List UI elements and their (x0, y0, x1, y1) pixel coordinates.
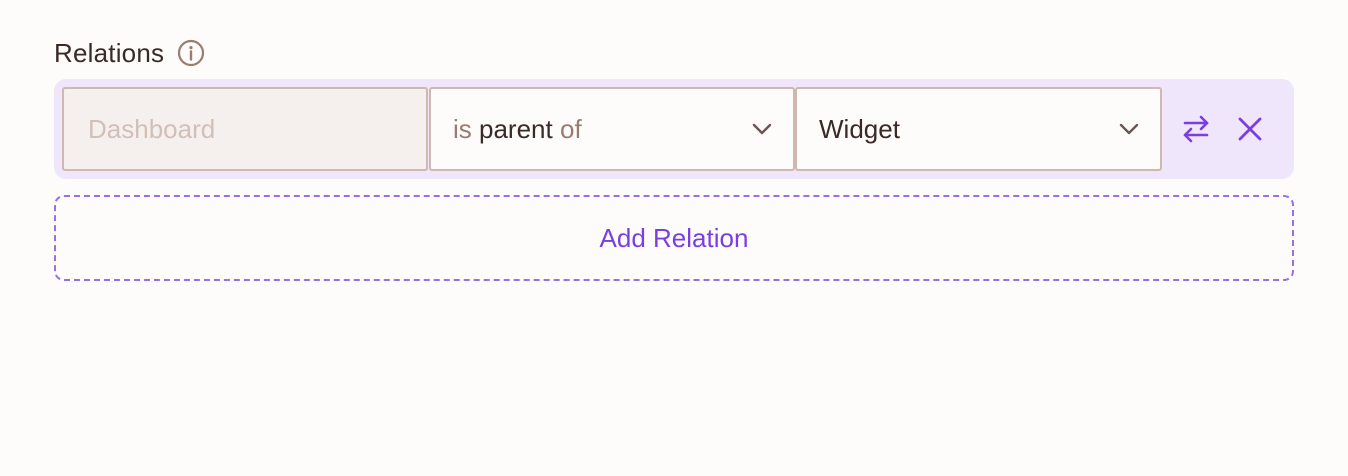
relation-prefix: is (453, 113, 472, 144)
relations-header: Relations (54, 36, 1294, 70)
add-relation-button[interactable]: Add Relation (54, 195, 1294, 281)
relations-section: Relations Dashboard is parent of Widget (54, 36, 1294, 281)
relation-suffix: of (559, 113, 582, 144)
relation-type-select[interactable]: is parent of (429, 87, 795, 171)
chevron-down-icon (752, 123, 772, 135)
swap-arrows-icon (1183, 115, 1209, 143)
info-icon[interactable] (176, 38, 206, 68)
close-icon (1238, 117, 1262, 141)
target-entity-select[interactable]: Widget (795, 87, 1162, 171)
add-relation-label: Add Relation (599, 222, 749, 253)
source-entity-field: Dashboard (62, 87, 428, 171)
target-entity-value: Widget (819, 113, 900, 144)
swap-relation-button[interactable] (1178, 111, 1214, 147)
chevron-down-icon (1119, 123, 1139, 135)
relation-middle: parent (479, 113, 553, 144)
section-title: Relations (54, 37, 165, 68)
source-entity-value: Dashboard (88, 113, 216, 144)
relation-row: Dashboard is parent of Widget (54, 79, 1294, 179)
relation-type-value: is parent of (453, 114, 582, 145)
remove-relation-button[interactable] (1232, 111, 1268, 147)
